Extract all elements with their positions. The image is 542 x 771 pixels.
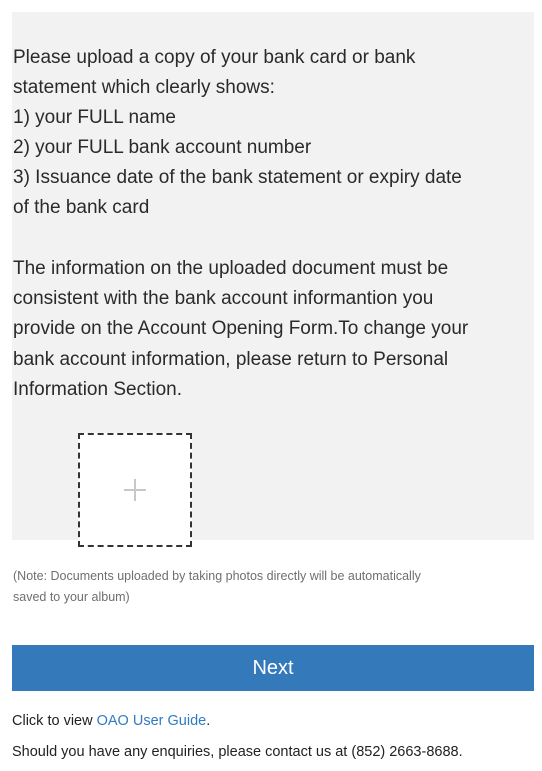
note-line: (Note: Documents uploaded by taking phot… <box>13 569 421 583</box>
instruction-line: 3) Issuance date of the bank statement o… <box>13 167 462 188</box>
consistency-line: The information on the uploaded document… <box>13 258 449 279</box>
user-guide-line: Click to view OAO User Guide. <box>12 711 210 731</box>
consistency-line: bank account information, please return … <box>13 348 449 370</box>
instruction-line: of the bank card <box>13 197 150 218</box>
consistency-line: consistent with the bank account informa… <box>13 288 434 310</box>
album-note: (Note: Documents uploaded by taking phot… <box>13 566 531 608</box>
plus-icon <box>124 479 146 501</box>
instruction-line: Please upload a copy of your bank card o… <box>13 47 416 68</box>
instruction-line: 2) your FULL bank account number <box>13 137 312 158</box>
instruction-line: statement which clearly shows: <box>13 77 275 98</box>
note-line: saved to your album) <box>13 590 130 604</box>
upload-bank-document-page: Please upload a copy of your bank card o… <box>0 0 542 771</box>
next-button[interactable]: Next <box>12 645 534 691</box>
consistency-line: Information Section. <box>13 378 182 400</box>
oao-user-guide-link[interactable]: OAO User Guide <box>97 713 207 729</box>
consistency-notice: The information on the uploaded document… <box>13 254 531 405</box>
contact-info: Should you have any enquiries, please co… <box>12 744 463 760</box>
instruction-line: 1) your FULL name <box>13 107 176 128</box>
document-upload-box[interactable] <box>78 433 192 547</box>
upload-instructions: Please upload a copy of your bank card o… <box>13 43 531 223</box>
user-guide-suffix: . <box>206 713 211 729</box>
consistency-line: provide on the Account Opening Form.To c… <box>13 318 469 340</box>
user-guide-prefix: Click to view <box>12 713 97 729</box>
